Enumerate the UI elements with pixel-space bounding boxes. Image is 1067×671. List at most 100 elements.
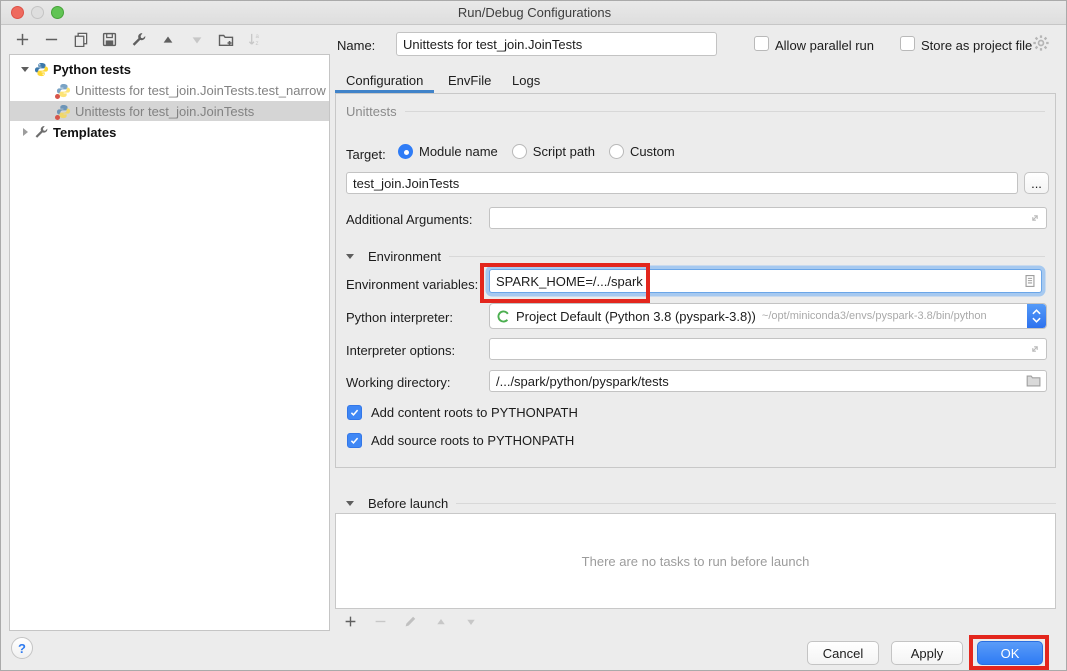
radio-icon[interactable] (512, 144, 527, 159)
tree-item-label: Unittests for test_join.JoinTests.test_n… (75, 83, 326, 98)
interpreter-value: Project Default (Python 3.8 (pyspark-3.8… (516, 309, 756, 324)
remove-task-icon (372, 613, 389, 630)
browse-module-button[interactable]: ... (1024, 172, 1049, 194)
svg-text:a: a (255, 33, 259, 40)
unittests-group-title: Unittests (346, 104, 397, 119)
radio-label: Custom (630, 144, 675, 159)
allow-parallel-run-checkbox[interactable] (754, 36, 769, 51)
run-debug-configurations-dialog: Run/Debug Configurations az Pyth (0, 0, 1067, 671)
working-directory-label: Working directory: (346, 375, 451, 390)
radio-selected-icon[interactable] (398, 144, 413, 159)
radio-custom[interactable]: Custom (609, 144, 675, 159)
before-launch-section-header[interactable]: Before launch (346, 496, 1056, 511)
edit-templates-icon[interactable] (130, 31, 147, 48)
radio-script-path[interactable]: Script path (512, 144, 595, 159)
before-launch-toolbar (342, 613, 479, 630)
radio-icon[interactable] (609, 144, 624, 159)
tab-configuration[interactable]: Configuration (346, 73, 423, 88)
additional-arguments-input[interactable] (489, 207, 1047, 229)
move-task-up-icon (432, 613, 449, 630)
collapse-arrow-icon[interactable] (18, 128, 32, 136)
ok-button[interactable]: OK (977, 641, 1043, 665)
help-button[interactable]: ? (11, 637, 33, 659)
before-launch-task-list: There are no tasks to run before launch (335, 513, 1056, 609)
add-configuration-icon[interactable] (14, 31, 31, 48)
window-title: Run/Debug Configurations (1, 1, 1067, 24)
tree-item-label: Python tests (53, 62, 131, 77)
add-task-icon[interactable] (342, 613, 359, 630)
working-directory-input[interactable] (489, 370, 1047, 392)
radio-label: Script path (533, 144, 595, 159)
python-interpreter-label: Python interpreter: (346, 310, 453, 325)
add-source-roots-row[interactable]: Add source roots to PYTHONPATH (347, 433, 574, 448)
store-options-gear-icon[interactable] (1032, 34, 1050, 55)
move-down-icon (188, 31, 205, 48)
tree-item-unittest-jointests[interactable]: Unittests for test_join.JoinTests (10, 101, 329, 121)
environment-section-title: Environment (368, 249, 441, 264)
python-test-icon (56, 104, 71, 119)
radio-label: Module name (419, 144, 498, 159)
folder-browse-icon[interactable] (1026, 374, 1041, 390)
module-name-input[interactable] (346, 172, 1018, 194)
edit-task-icon (402, 613, 419, 630)
before-launch-title: Before launch (368, 496, 448, 511)
title-bar[interactable]: Run/Debug Configurations (1, 1, 1067, 25)
select-stepper-icon[interactable] (1027, 304, 1046, 328)
before-launch-empty-message: There are no tasks to run before launch (582, 554, 810, 569)
add-source-roots-checkbox[interactable] (347, 433, 362, 448)
add-content-roots-row[interactable]: Add content roots to PYTHONPATH (347, 405, 578, 420)
configuration-panel: Unittests Target: Module name Script pat… (335, 93, 1056, 468)
interpreter-options-label: Interpreter options: (346, 343, 455, 358)
minimize-window-button (31, 6, 44, 19)
add-source-roots-label: Add source roots to PYTHONPATH (371, 433, 574, 448)
env-vars-editor-icon[interactable] (1023, 274, 1037, 291)
python-interpreter-select[interactable]: Project Default (Python 3.8 (pyspark-3.8… (489, 303, 1047, 329)
environment-section-header[interactable]: Environment (346, 249, 1045, 264)
save-configuration-icon[interactable] (101, 31, 118, 48)
python-test-icon (56, 83, 71, 98)
environment-variables-label: Environment variables: (346, 277, 478, 292)
new-folder-icon[interactable] (217, 31, 234, 48)
interpreter-env-icon (496, 309, 511, 324)
move-up-icon[interactable] (159, 31, 176, 48)
section-collapse-icon[interactable] (346, 501, 354, 506)
expand-field-icon[interactable] (1028, 342, 1042, 359)
tab-logs[interactable]: Logs (512, 73, 540, 88)
radio-module-name[interactable]: Module name (398, 144, 498, 159)
name-input[interactable] (396, 32, 717, 56)
tree-item-label: Unittests for test_join.JoinTests (75, 104, 254, 119)
svg-text:z: z (255, 40, 258, 47)
cancel-button[interactable]: Cancel (807, 641, 879, 665)
expand-arrow-icon[interactable] (18, 67, 32, 72)
wrench-icon (34, 125, 49, 140)
configurations-toolbar: az (14, 31, 263, 48)
add-content-roots-checkbox[interactable] (347, 405, 362, 420)
move-task-down-icon (462, 613, 479, 630)
tree-item-unittest-narrow[interactable]: Unittests for test_join.JoinTests.test_n… (10, 80, 329, 100)
store-as-project-file-checkbox[interactable] (900, 36, 915, 51)
name-label: Name: (337, 38, 375, 53)
interpreter-path: ~/opt/miniconda3/envs/pyspark-3.8/bin/py… (762, 310, 987, 322)
sort-configurations-icon: az (246, 31, 263, 48)
tree-item-label: Templates (53, 125, 116, 140)
target-label: Target: (346, 147, 386, 162)
zoom-window-button[interactable] (51, 6, 64, 19)
tree-item-templates[interactable]: Templates (10, 122, 329, 142)
store-as-project-file-label: Store as project file (921, 38, 1032, 53)
configurations-tree: Python tests Unittests for test_join.Joi… (9, 54, 330, 631)
unittests-group-header: Unittests (346, 104, 1045, 119)
expand-field-icon[interactable] (1028, 211, 1042, 228)
target-radio-group: Module name Script path Custom (398, 144, 689, 159)
close-window-button[interactable] (11, 6, 24, 19)
tree-item-python-tests[interactable]: Python tests (10, 59, 329, 79)
additional-arguments-label: Additional Arguments: (346, 212, 472, 227)
environment-variables-input[interactable] (489, 269, 1042, 293)
remove-configuration-icon[interactable] (43, 31, 60, 48)
section-collapse-icon[interactable] (346, 254, 354, 259)
add-content-roots-label: Add content roots to PYTHONPATH (371, 405, 578, 420)
apply-button[interactable]: Apply (891, 641, 963, 665)
copy-configuration-icon[interactable] (72, 31, 89, 48)
python-icon (34, 62, 49, 77)
interpreter-options-input[interactable] (489, 338, 1047, 360)
tab-envfile[interactable]: EnvFile (448, 73, 491, 88)
